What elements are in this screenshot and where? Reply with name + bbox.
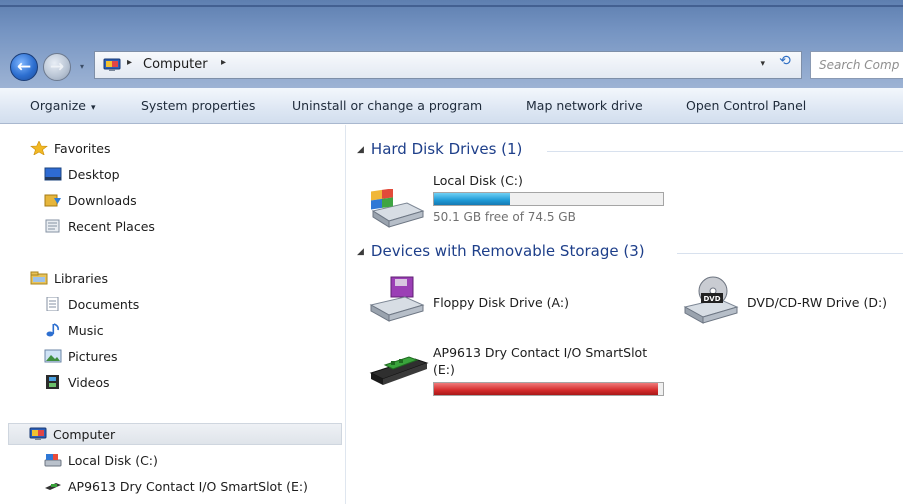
collapse-triangle-icon: ◢ xyxy=(357,145,364,155)
recent-pages-dropdown[interactable]: ▾ xyxy=(76,61,88,73)
downloads-icon xyxy=(44,194,61,207)
refresh-icon[interactable]: ⟲ xyxy=(772,51,798,73)
group-divider xyxy=(677,253,903,254)
nav-smartslot-label: AP9613 Dry Contact I/O SmartSlot (E:) xyxy=(68,479,308,494)
navigation-bar: ← → ▾ ▸ Computer ▸ ▾ ⟲ Search Comp xyxy=(0,44,903,84)
star-icon xyxy=(30,141,48,155)
group-header-hard-disk-label: Hard Disk Drives (1) xyxy=(370,140,523,158)
breadcrumb-separator[interactable]: ▸ xyxy=(221,57,226,68)
map-network-drive-button[interactable]: Map network drive xyxy=(526,98,643,113)
nav-documents-label: Documents xyxy=(68,297,140,312)
chevron-down-icon: ▾ xyxy=(91,103,96,113)
group-header-removable-label: Devices with Removable Storage (3) xyxy=(370,242,645,260)
drive-c-usage-fill xyxy=(434,193,510,205)
hard-disk-icon xyxy=(371,189,425,228)
nav-music-label: Music xyxy=(68,323,104,338)
uninstall-program-button[interactable]: Uninstall or change a program xyxy=(292,98,482,113)
nav-recent-places-label: Recent Places xyxy=(68,219,155,234)
system-properties-button[interactable]: System properties xyxy=(141,98,255,113)
desktop-icon xyxy=(44,167,62,181)
documents-icon xyxy=(46,297,59,311)
smartslot-card-icon xyxy=(369,356,429,385)
open-control-panel-button[interactable]: Open Control Panel xyxy=(686,98,806,113)
nav-documents[interactable]: Documents xyxy=(44,294,139,316)
local-disk-icon xyxy=(44,454,62,467)
nav-local-disk-c[interactable]: Local Disk (C:) xyxy=(44,450,158,472)
search-placeholder: Search Comp xyxy=(819,58,900,72)
forward-button[interactable]: → xyxy=(43,53,71,81)
drive-e-name-line2: (E:) xyxy=(433,362,455,377)
nav-libraries[interactable]: Libraries xyxy=(30,268,108,290)
command-bar: Organize ▾ System properties Uninstall or… xyxy=(0,88,903,124)
computer-icon xyxy=(29,427,47,440)
drive-d-name: DVD/CD-RW Drive (D:) xyxy=(747,295,888,310)
group-header-removable[interactable]: ◢ Devices with Removable Storage (3) xyxy=(357,242,645,260)
computer-icon xyxy=(103,58,121,71)
window-top-edge xyxy=(0,5,903,7)
address-history-dropdown[interactable]: ▾ xyxy=(760,59,765,69)
nav-libraries-label: Libraries xyxy=(54,271,108,286)
floppy-drive-icon xyxy=(369,276,425,322)
smartslot-icon xyxy=(45,483,61,490)
nav-music[interactable]: Music xyxy=(44,320,104,342)
music-icon xyxy=(46,323,59,337)
drive-e-usage-bar xyxy=(433,382,664,396)
breadcrumb-computer[interactable]: Computer xyxy=(143,57,208,72)
recent-places-icon xyxy=(45,219,60,233)
nav-recent-places[interactable]: Recent Places xyxy=(44,216,155,238)
back-button[interactable]: ← xyxy=(10,53,38,81)
nav-smartslot-e[interactable]: AP9613 Dry Contact I/O SmartSlot (E:) xyxy=(44,476,308,498)
drive-e-usage-fill xyxy=(434,383,659,395)
dvd-drive-icon: DVD xyxy=(683,276,739,324)
group-header-hard-disk[interactable]: ◢ Hard Disk Drives (1) xyxy=(357,140,522,158)
videos-icon xyxy=(46,375,59,389)
navigation-pane: Favorites Desktop Downloads Recent Place… xyxy=(0,125,346,504)
collapse-triangle-icon: ◢ xyxy=(357,247,364,257)
nav-favorites[interactable]: Favorites xyxy=(30,138,110,160)
drive-a-name: Floppy Disk Drive (A:) xyxy=(433,295,569,310)
address-bar[interactable]: ▸ Computer ▸ ▾ xyxy=(94,51,802,79)
dvd-logo-text: DVD xyxy=(703,295,720,303)
group-divider xyxy=(547,151,903,152)
drive-e-name-line1: AP9613 Dry Contact I/O SmartSlot xyxy=(433,345,648,360)
nav-videos-label: Videos xyxy=(68,375,110,390)
nav-local-disk-label: Local Disk (C:) xyxy=(68,453,158,468)
pictures-icon xyxy=(44,349,62,363)
breadcrumb-separator[interactable]: ▸ xyxy=(127,57,132,68)
organize-button[interactable]: Organize ▾ xyxy=(30,98,96,113)
drive-c-free-space: 50.1 GB free of 74.5 GB xyxy=(433,210,576,224)
nav-pictures[interactable]: Pictures xyxy=(44,346,118,368)
nav-videos[interactable]: Videos xyxy=(44,372,110,394)
nav-computer-label: Computer xyxy=(53,427,116,442)
organize-label: Organize xyxy=(30,98,86,113)
nav-computer[interactable]: Computer xyxy=(8,423,342,445)
content-pane: ◢ Hard Disk Drives (1) Local Disk (C:) 50… xyxy=(347,125,903,504)
nav-favorites-label: Favorites xyxy=(54,141,111,156)
drive-c-name: Local Disk (C:) xyxy=(433,173,523,188)
nav-desktop-label: Desktop xyxy=(68,167,120,182)
nav-desktop[interactable]: Desktop xyxy=(44,164,120,186)
nav-pictures-label: Pictures xyxy=(68,349,118,364)
search-input[interactable]: Search Comp xyxy=(810,51,903,79)
libraries-icon xyxy=(30,271,48,285)
nav-downloads-label: Downloads xyxy=(68,193,137,208)
drive-c-usage-bar xyxy=(433,192,664,206)
nav-downloads[interactable]: Downloads xyxy=(44,190,137,212)
